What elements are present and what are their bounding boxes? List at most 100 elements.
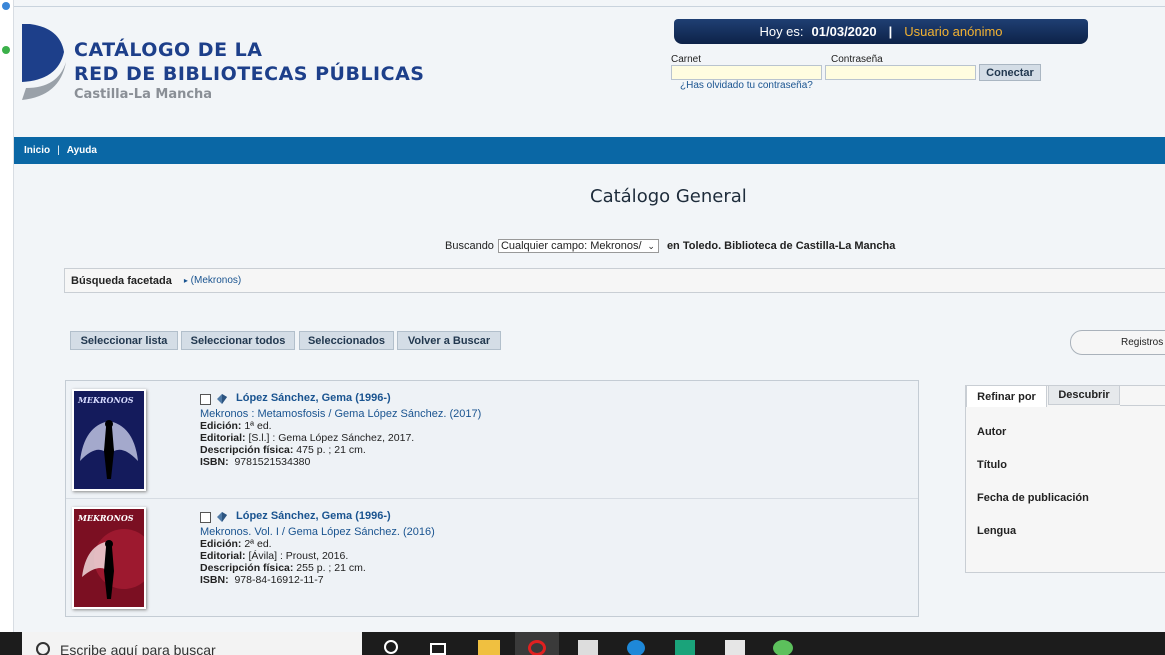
- carnet-label: Carnet: [671, 54, 702, 65]
- svg-text:MEKRONOS: MEKRONOS: [77, 395, 134, 405]
- store-icon[interactable]: [578, 640, 598, 655]
- date-value: 01/03/2020: [811, 24, 877, 39]
- svg-text:MEKRONOS: MEKRONOS: [77, 513, 134, 523]
- record-publisher: Editorial: [S.l.] : Gema López Sánchez, …: [200, 432, 414, 444]
- tab-refine[interactable]: Refinar por: [966, 385, 1047, 407]
- isbn-value: 9781521534380: [234, 456, 311, 468]
- nav-help-link[interactable]: Ayuda: [67, 145, 97, 156]
- records-per-page-control[interactable]: Registros: [1070, 330, 1165, 355]
- date-separator: |: [888, 24, 893, 39]
- physical-label: Descripción física:: [200, 444, 294, 456]
- main-nav: Inicio | Ayuda: [14, 137, 1165, 164]
- edition-label: Edición:: [200, 420, 242, 432]
- app-icon[interactable]: [675, 640, 695, 655]
- search-icon: [36, 642, 50, 655]
- isbn-label: ISBN:: [200, 456, 229, 468]
- book-type-icon: [217, 512, 227, 522]
- book-type-icon: [217, 394, 227, 404]
- record-physical: Descripción física: 255 p. ; 21 cm.: [200, 562, 366, 574]
- publisher-value: [Ávila] : Proust, 2016.: [248, 550, 349, 562]
- browser-side-strip: [0, 0, 14, 632]
- date-label: Hoy es:: [759, 24, 804, 39]
- task-view-icon[interactable]: [430, 643, 446, 655]
- facet-language[interactable]: Lengua: [977, 525, 1016, 537]
- publisher-value: [S.l.] : Gema López Sánchez, 2017.: [248, 432, 415, 444]
- back-to-search-button[interactable]: Volver a Buscar: [397, 331, 501, 350]
- date-user-bar: Hoy es: 01/03/2020 | Usuario anónimo: [674, 19, 1088, 44]
- nav-home-link[interactable]: Inicio: [24, 145, 50, 156]
- facet-publication-date[interactable]: Fecha de publicación: [977, 492, 1089, 504]
- facet-label: Búsqueda facetada: [71, 274, 172, 287]
- search-summary: Buscando Cualquier campo: Mekronos/ ⌄ en…: [445, 239, 895, 253]
- tab-divider: [1120, 405, 1165, 406]
- password-input[interactable]: [825, 65, 976, 80]
- record-checkbox[interactable]: [200, 394, 211, 405]
- record-title-link[interactable]: Mekronos. Vol. I / Gema López Sánchez. (…: [200, 526, 435, 538]
- physical-value: 475 p. ; 21 cm.: [296, 444, 366, 456]
- edition-label: Edición:: [200, 538, 242, 550]
- record-isbn: ISBN: 9781521534380: [200, 456, 310, 468]
- selected-button[interactable]: Seleccionados: [299, 331, 394, 350]
- record-author-link[interactable]: López Sánchez, Gema (1996-): [236, 510, 391, 522]
- facet-breadcrumb[interactable]: ▸ (Mekronos): [184, 275, 241, 286]
- book-cover[interactable]: MEKRONOS: [72, 507, 154, 609]
- logo-subtitle: Castilla-La Mancha: [74, 87, 213, 102]
- password-label: Contraseña: [831, 54, 883, 65]
- edition-value: 2ª ed.: [244, 538, 272, 550]
- search-location: en Toledo. Biblioteca de Castilla-La Man…: [666, 240, 896, 252]
- cortana-icon[interactable]: [384, 640, 398, 654]
- records-label: Registros: [1121, 337, 1164, 348]
- search-prefix: Buscando: [445, 240, 494, 252]
- nav-separator: |: [57, 145, 60, 156]
- facet-title[interactable]: Título: [977, 459, 1007, 471]
- record-isbn: ISBN: 978-84-16912-11-7: [200, 574, 324, 586]
- app-icon[interactable]: [773, 640, 793, 655]
- logo-title-line2: RED DE BIBLIOTECAS PÚBLICAS: [74, 63, 425, 85]
- edge-icon[interactable]: [627, 640, 645, 655]
- book-cover-image: MEKRONOS: [74, 391, 144, 489]
- carnet-input[interactable]: [671, 65, 822, 80]
- opera-icon[interactable]: [528, 640, 546, 655]
- taskbar-search-box[interactable]: Escribe aquí para buscar: [22, 632, 362, 655]
- browser-icon[interactable]: [2, 2, 10, 10]
- result-record: MEKRONOS López Sánchez, Gema (1996-) Mek…: [66, 498, 918, 616]
- top-divider: [14, 6, 1165, 7]
- search-field-select[interactable]: Cualquier campo: Mekronos/ ⌄: [497, 239, 659, 253]
- refine-panel: [965, 385, 1165, 573]
- book-cover[interactable]: MEKRONOS: [72, 389, 146, 491]
- page-title: Catálogo General: [590, 186, 747, 207]
- login-button[interactable]: Conectar: [979, 64, 1041, 81]
- taskbar-search-placeholder: Escribe aquí para buscar: [60, 642, 216, 655]
- user-status: Usuario anónimo: [904, 24, 1003, 39]
- select-list-button[interactable]: Seleccionar lista: [70, 331, 178, 350]
- physical-label: Descripción física:: [200, 562, 294, 574]
- select-all-button[interactable]: Seleccionar todos: [181, 331, 295, 350]
- tab-discover[interactable]: Descubrir: [1048, 385, 1120, 405]
- publisher-label: Editorial:: [200, 550, 246, 562]
- file-explorer-icon[interactable]: [478, 640, 500, 655]
- record-publisher: Editorial: [Ávila] : Proust, 2016.: [200, 550, 348, 562]
- browser-icon[interactable]: [2, 46, 10, 54]
- library-logo-icon: [22, 24, 66, 100]
- isbn-label: ISBN:: [200, 574, 229, 586]
- record-title-link[interactable]: Mekronos : Metamosfosis / Gema López Sán…: [200, 408, 481, 420]
- isbn-value: 978-84-16912-11-7: [234, 574, 324, 586]
- facet-author[interactable]: Autor: [977, 426, 1006, 438]
- faceted-search-bar: Búsqueda facetada ▸ (Mekronos): [64, 268, 1165, 293]
- logo-title-line1: CATÁLOGO DE LA: [74, 39, 263, 61]
- publisher-label: Editorial:: [200, 432, 246, 444]
- chevron-down-icon: ⌄: [647, 240, 655, 251]
- record-physical: Descripción física: 475 p. ; 21 cm.: [200, 444, 366, 456]
- search-select-value: Cualquier campo: Mekronos/: [500, 240, 642, 252]
- app-icon[interactable]: [725, 640, 745, 655]
- edition-value: 1ª ed.: [244, 420, 272, 432]
- book-cover-image: MEKRONOS: [74, 509, 154, 607]
- record-edition: Edición: 2ª ed.: [200, 538, 272, 550]
- record-checkbox[interactable]: [200, 512, 211, 523]
- triangle-right-icon: ▸: [183, 276, 188, 285]
- physical-value: 255 p. ; 21 cm.: [296, 562, 366, 574]
- results-list: MEKRONOS López Sánchez, Gema (1996-) Mek…: [65, 380, 919, 617]
- forgot-password-link[interactable]: ¿Has olvidado tu contraseña?: [680, 80, 813, 91]
- facet-crumb-text: (Mekronos): [190, 275, 242, 286]
- record-author-link[interactable]: López Sánchez, Gema (1996-): [236, 392, 391, 404]
